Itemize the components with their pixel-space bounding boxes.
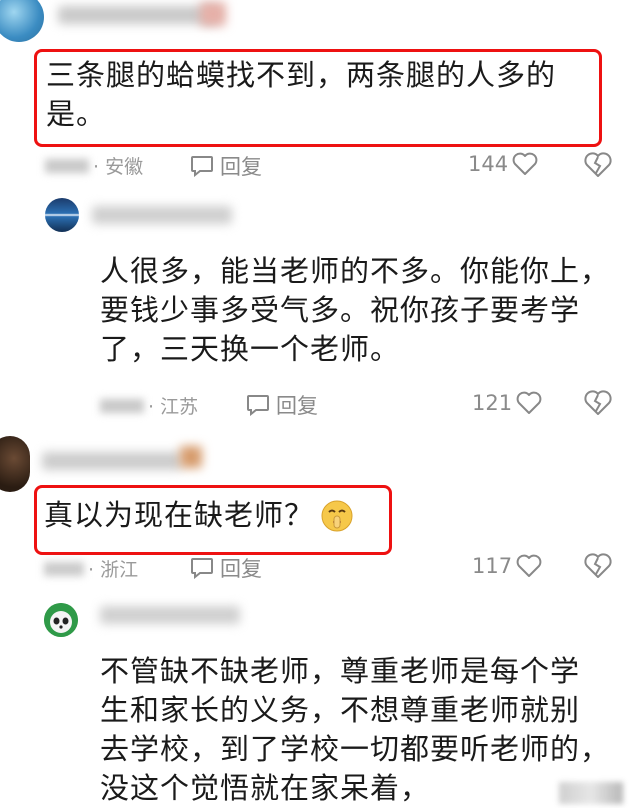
comment-line: 是。 (46, 97, 107, 131)
avatar[interactable] (0, 436, 30, 492)
username-blurred[interactable] (92, 206, 232, 224)
comment-text: 不管缺不缺老师，尊重老师是每个学 生和家长的义务，不想尊重老师就别 去学校，到了… (100, 652, 625, 808)
time-blurred (44, 561, 84, 576)
like-count: 117 (472, 554, 513, 578)
avatar[interactable] (44, 603, 78, 637)
location-label: · 浙江 (88, 559, 139, 581)
reply-label: 回复 (220, 557, 262, 581)
time-blurred (45, 158, 89, 173)
comment-line: 生和家长的义务，不想尊重老师就别 (100, 693, 581, 727)
like-button[interactable]: 117 (472, 554, 542, 578)
dislike-button[interactable] (584, 152, 612, 182)
comment-line: 不管缺不缺老师，尊重老师是每个学 (100, 654, 581, 688)
comment-line: 了，三天换一个老师。 (100, 332, 401, 366)
broken-heart-icon (584, 152, 612, 177)
like-button[interactable]: 121 (472, 391, 542, 415)
heart-icon (516, 391, 542, 414)
comment-line: 去学校，到了学校一切都要听老师的， (100, 732, 611, 766)
avatar[interactable] (0, 0, 44, 42)
broken-heart-icon (584, 390, 612, 415)
dislike-button[interactable] (584, 553, 612, 583)
comment-text: 人很多，能当老师的不多。你能你上， 要钱少事多受气多。祝你孩子要考学 了，三天换… (100, 252, 620, 369)
location-label: · 江苏 (148, 396, 199, 418)
comment-line: 要钱少事多受气多。祝你孩子要考学 (100, 293, 581, 327)
reply-button[interactable]: 回复 (190, 151, 262, 181)
comment-bubble-icon (191, 558, 213, 579)
heart-icon (512, 152, 538, 175)
avatar[interactable] (45, 198, 79, 232)
comment-line: 人很多，能当老师的不多。你能你上， (100, 254, 611, 288)
reply-button[interactable]: 回复 (246, 390, 318, 420)
badge-blurred (180, 446, 202, 468)
watermark (559, 782, 623, 804)
badge-blurred (200, 2, 226, 26)
comment-line: 没这个觉悟就在家呆着， (100, 771, 431, 805)
comment-bubble-icon (247, 395, 269, 416)
like-count: 144 (468, 152, 509, 176)
username-blurred[interactable] (100, 606, 240, 624)
comment-meta: · 浙江 (44, 555, 138, 582)
reply-label: 回复 (276, 394, 318, 418)
location-label: · 安徽 (93, 156, 144, 178)
username-blurred[interactable] (58, 6, 218, 24)
reply-label: 回复 (220, 155, 262, 179)
comment-text: 三条腿的蛤蟆找不到，两条腿的人多的 是。 (46, 56, 594, 134)
dislike-button[interactable] (584, 390, 612, 420)
broken-heart-icon (584, 553, 612, 578)
username-blurred[interactable] (42, 452, 182, 470)
shushing-face-emoji (321, 500, 353, 531)
comment-text-content: 真以为现在缺老师？ (44, 498, 315, 532)
time-blurred (100, 398, 144, 413)
heart-icon (516, 554, 542, 577)
like-button[interactable]: 144 (468, 152, 538, 176)
comment-line: 三条腿的蛤蟆找不到，两条腿的人多的 (46, 58, 557, 92)
comment-meta: · 安徽 (45, 152, 143, 179)
comment-text: 真以为现在缺老师？ (44, 496, 354, 535)
comment-meta: · 江苏 (100, 392, 198, 419)
like-count: 121 (472, 391, 513, 415)
reply-button[interactable]: 回复 (190, 553, 262, 583)
comment-bubble-icon (191, 156, 213, 177)
panda-avatar-icon (44, 603, 78, 637)
